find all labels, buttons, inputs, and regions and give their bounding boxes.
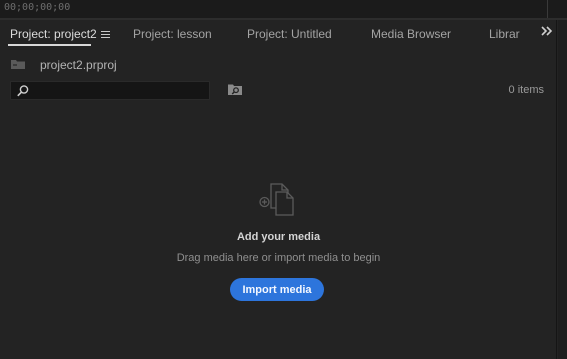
tab-media-browser[interactable]: Media Browser bbox=[371, 27, 451, 41]
premiere-project-panel-window: 00;00;00;00 Project: project2 Project: l… bbox=[0, 0, 567, 359]
double-chevron-right-icon[interactable] bbox=[541, 26, 553, 36]
active-tab-indicator bbox=[8, 44, 91, 46]
search-field[interactable] bbox=[10, 81, 210, 100]
right-panel-gutter bbox=[558, 20, 567, 359]
tab-project-project2[interactable]: Project: project2 bbox=[10, 27, 97, 41]
hamburger-menu-icon[interactable] bbox=[101, 31, 110, 39]
items-count: 0 items bbox=[508, 84, 544, 96]
tab-project-lesson[interactable]: Project: lesson bbox=[133, 27, 212, 41]
folder-icon bbox=[11, 60, 25, 69]
bin-search-icon[interactable] bbox=[227, 83, 243, 96]
search-icon bbox=[17, 85, 29, 97]
tab-project-untitled[interactable]: Project: Untitled bbox=[247, 27, 332, 41]
header-divider bbox=[547, 0, 548, 19]
panel-tab-bar: Project: project2 Project: lesson Projec… bbox=[0, 20, 557, 48]
tab-libraries[interactable]: Libraries bbox=[489, 27, 520, 41]
project-file-name: project2.prproj bbox=[40, 58, 117, 72]
project-panel: Project: project2 Project: lesson Projec… bbox=[0, 20, 557, 359]
search-input[interactable] bbox=[31, 83, 207, 98]
empty-state-title: Add your media bbox=[236, 231, 321, 243]
tab-libraries-clip: Libraries bbox=[488, 20, 520, 48]
empty-state-subtitle: Drag media here or import media to begin bbox=[176, 252, 381, 264]
add-media-files-icon bbox=[259, 183, 294, 216]
project-file-row: project2.prproj bbox=[0, 54, 557, 74]
import-media-button[interactable]: Import media bbox=[230, 278, 324, 301]
timecode-display[interactable]: 00;00;00;00 bbox=[4, 2, 70, 13]
timeline-header-strip: 00;00;00;00 bbox=[0, 0, 567, 19]
